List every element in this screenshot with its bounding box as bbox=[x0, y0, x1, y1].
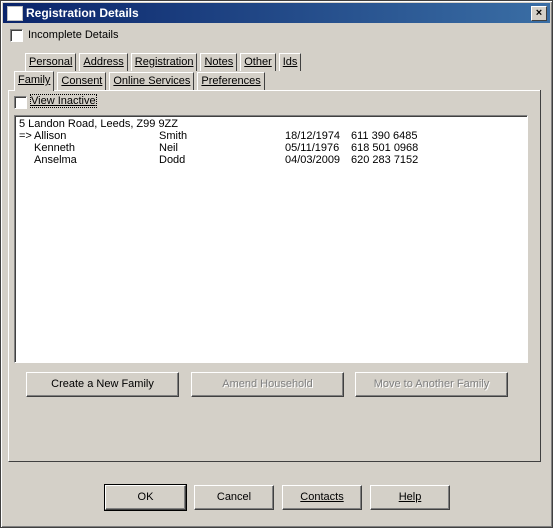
last-name: Dodd bbox=[159, 154, 186, 166]
cancel-button[interactable]: Cancel bbox=[194, 485, 274, 510]
nhs-number: 620 283 7152 bbox=[351, 154, 419, 166]
first-name: Allison bbox=[34, 130, 67, 142]
title-bar[interactable]: Registration Details × bbox=[3, 3, 550, 23]
tab-ids[interactable]: Ids bbox=[278, 53, 302, 71]
registration-details-window: Registration Details × Incomplete Detail… bbox=[0, 0, 553, 528]
window-title: Registration Details bbox=[26, 6, 139, 20]
ok-button[interactable]: OK bbox=[104, 484, 187, 511]
incomplete-details-label: Incomplete Details bbox=[28, 29, 119, 41]
create-new-family-button[interactable]: Create a New Family bbox=[26, 372, 179, 397]
tab-online-services[interactable]: Online Services bbox=[109, 72, 195, 90]
last-name: Neil bbox=[159, 142, 178, 154]
tab-notes[interactable]: Notes bbox=[200, 53, 238, 71]
view-inactive-label[interactable]: View Inactive bbox=[30, 94, 97, 108]
current-member-marker: => bbox=[19, 130, 32, 142]
list-item[interactable]: Anselma Dodd 04/03/2009 620 283 7152 bbox=[19, 154, 519, 166]
first-name: Kenneth bbox=[34, 142, 75, 154]
date-of-birth: 18/12/1974 bbox=[285, 130, 341, 142]
help-button[interactable]: Help bbox=[370, 485, 450, 510]
tab-other[interactable]: Other bbox=[240, 53, 276, 71]
tab-family[interactable]: Family bbox=[14, 71, 55, 91]
tab-personal[interactable]: Personal bbox=[25, 53, 77, 71]
first-name: Anselma bbox=[34, 154, 77, 166]
close-icon[interactable]: × bbox=[531, 6, 547, 21]
tab-preferences[interactable]: Preferences bbox=[197, 72, 265, 90]
date-of-birth: 04/03/2009 bbox=[285, 154, 341, 166]
list-item[interactable]: => Allison Smith 18/12/1974 611 390 6485 bbox=[19, 130, 519, 142]
window-app-icon bbox=[7, 6, 23, 21]
date-of-birth: 05/11/1976 bbox=[285, 142, 340, 154]
tab-row-bottom: Family Consent Online Services Preferenc… bbox=[14, 71, 268, 92]
family-address: 5 Landon Road, Leeds, Z99 9ZZ bbox=[19, 118, 178, 130]
tab-registration[interactable]: Registration bbox=[130, 53, 198, 71]
move-to-another-family-button[interactable]: Move to Another Family bbox=[355, 372, 508, 397]
view-inactive-checkbox[interactable] bbox=[14, 96, 27, 109]
nhs-number: 618 501 0968 bbox=[351, 142, 419, 154]
incomplete-details-checkbox[interactable] bbox=[10, 29, 23, 42]
family-listbox[interactable]: 5 Landon Road, Leeds, Z99 9ZZ => Allison… bbox=[14, 115, 528, 363]
nhs-number: 611 390 6485 bbox=[351, 130, 418, 142]
amend-household-button[interactable]: Amend Household bbox=[191, 372, 344, 397]
contacts-button[interactable]: Contacts bbox=[282, 485, 362, 510]
last-name: Smith bbox=[159, 130, 188, 142]
tab-consent[interactable]: Consent bbox=[57, 72, 107, 90]
panel-right-divider bbox=[540, 90, 541, 461]
tab-address[interactable]: Address bbox=[79, 53, 128, 71]
list-item[interactable]: Kenneth Neil 05/11/1976 618 501 0968 bbox=[19, 142, 519, 154]
tab-row-top: Personal Address Registration Notes Othe… bbox=[25, 53, 304, 71]
